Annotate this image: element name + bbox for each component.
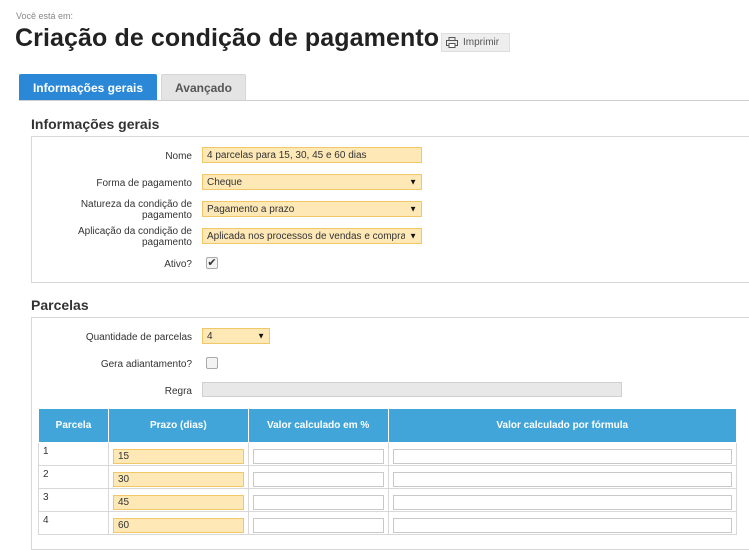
- table-row: 2 30: [38, 465, 738, 489]
- parcela-number: 3: [43, 492, 49, 503]
- percent-input[interactable]: [252, 518, 384, 533]
- active-checkbox[interactable]: ✔: [206, 257, 218, 269]
- parcela-number: 1: [43, 446, 49, 457]
- formula-input[interactable]: [392, 518, 732, 533]
- quantity-label: Quantidade de parcelas: [85, 332, 192, 343]
- advance-label: Gera adiantamento?: [100, 359, 192, 370]
- print-button-label: Imprimir: [463, 37, 500, 48]
- parcela-cell: 3: [38, 488, 109, 512]
- prazo-cell: 60: [107, 511, 249, 535]
- chevron-down-icon: ▼: [407, 231, 417, 241]
- table-header-row: Parcela Prazo (dias) Valor calculado em …: [38, 408, 738, 443]
- application-select[interactable]: Aplicada nos processos de vendas e compr…: [202, 228, 422, 244]
- prazo-input[interactable]: 60: [112, 518, 244, 533]
- parcela-cell: 4: [38, 511, 109, 535]
- parcela-number: 2: [43, 469, 49, 480]
- formula-cell: [387, 511, 738, 535]
- printer-icon: [446, 37, 458, 48]
- tab-informacoes-gerais[interactable]: Informações gerais: [19, 74, 157, 101]
- print-button[interactable]: Imprimir: [441, 33, 510, 52]
- nature-label: Natureza da condição de pagamento: [80, 199, 192, 221]
- nature-value: Pagamento a prazo: [207, 203, 295, 215]
- table-row: 1 15: [38, 442, 738, 466]
- formula-cell: [387, 442, 738, 466]
- percent-input[interactable]: [252, 449, 384, 464]
- advance-checkbox[interactable]: [206, 357, 218, 369]
- percent-cell: [247, 511, 389, 535]
- application-value: Aplicada nos processos de vendas e compr…: [207, 230, 405, 242]
- percent-cell: [247, 488, 389, 512]
- prazo-cell: 45: [107, 488, 249, 512]
- percent-input[interactable]: [252, 495, 384, 510]
- table-row: 4 60: [38, 511, 738, 535]
- formula-cell: [387, 465, 738, 489]
- parcela-cell: 1: [38, 442, 109, 466]
- chevron-down-icon: ▼: [409, 204, 417, 214]
- prazo-cell: 15: [107, 442, 249, 466]
- parcela-number: 4: [43, 515, 49, 526]
- tab-avancado[interactable]: Avançado: [161, 74, 246, 101]
- formula-cell: [387, 488, 738, 512]
- section-title-general: Informações gerais: [31, 116, 160, 132]
- column-header-prazo: Prazo (dias): [107, 408, 249, 443]
- percent-input[interactable]: [252, 472, 384, 487]
- rule-label: Regra: [164, 386, 192, 397]
- quantity-select[interactable]: 4 ▼: [202, 328, 270, 344]
- formula-input[interactable]: [392, 472, 732, 487]
- prazo-input[interactable]: 45: [112, 495, 244, 510]
- name-label: Nome: [165, 151, 192, 162]
- payment-method-value: Cheque: [207, 176, 243, 188]
- application-label: Aplicação da condição de pagamento: [78, 226, 192, 248]
- quantity-value: 4: [207, 330, 213, 342]
- formula-input[interactable]: [392, 449, 732, 464]
- formula-input[interactable]: [392, 495, 732, 510]
- table-row: 3 45: [38, 488, 738, 512]
- breadcrumb-label: Você está em:: [16, 11, 74, 21]
- nature-select[interactable]: Pagamento a prazo ▼: [202, 201, 422, 217]
- column-header-formula: Valor calculado por fórmula: [387, 408, 738, 443]
- tab-divider: [19, 100, 749, 101]
- column-header-percent: Valor calculado em %: [247, 408, 389, 443]
- percent-cell: [247, 465, 389, 489]
- payment-method-label: Forma de pagamento: [96, 178, 192, 189]
- active-label: Ativo?: [164, 259, 192, 270]
- prazo-cell: 30: [107, 465, 249, 489]
- section-title-parcelas: Parcelas: [31, 297, 89, 313]
- percent-cell: [247, 442, 389, 466]
- payment-method-select[interactable]: Cheque ▼: [202, 174, 422, 190]
- chevron-down-icon: ▼: [257, 331, 265, 341]
- chevron-down-icon: ▼: [409, 177, 417, 187]
- column-header-parcela: Parcela: [38, 408, 109, 443]
- prazo-input[interactable]: 15: [112, 449, 244, 464]
- parcela-cell: 2: [38, 465, 109, 489]
- page-title: Criação de condição de pagamento: [15, 24, 440, 52]
- prazo-input[interactable]: 30: [112, 472, 244, 487]
- rule-input[interactable]: [202, 382, 622, 397]
- parcelas-table: Parcela Prazo (dias) Valor calculado em …: [38, 408, 738, 535]
- name-input[interactable]: 4 parcelas para 15, 30, 45 e 60 dias: [202, 147, 422, 163]
